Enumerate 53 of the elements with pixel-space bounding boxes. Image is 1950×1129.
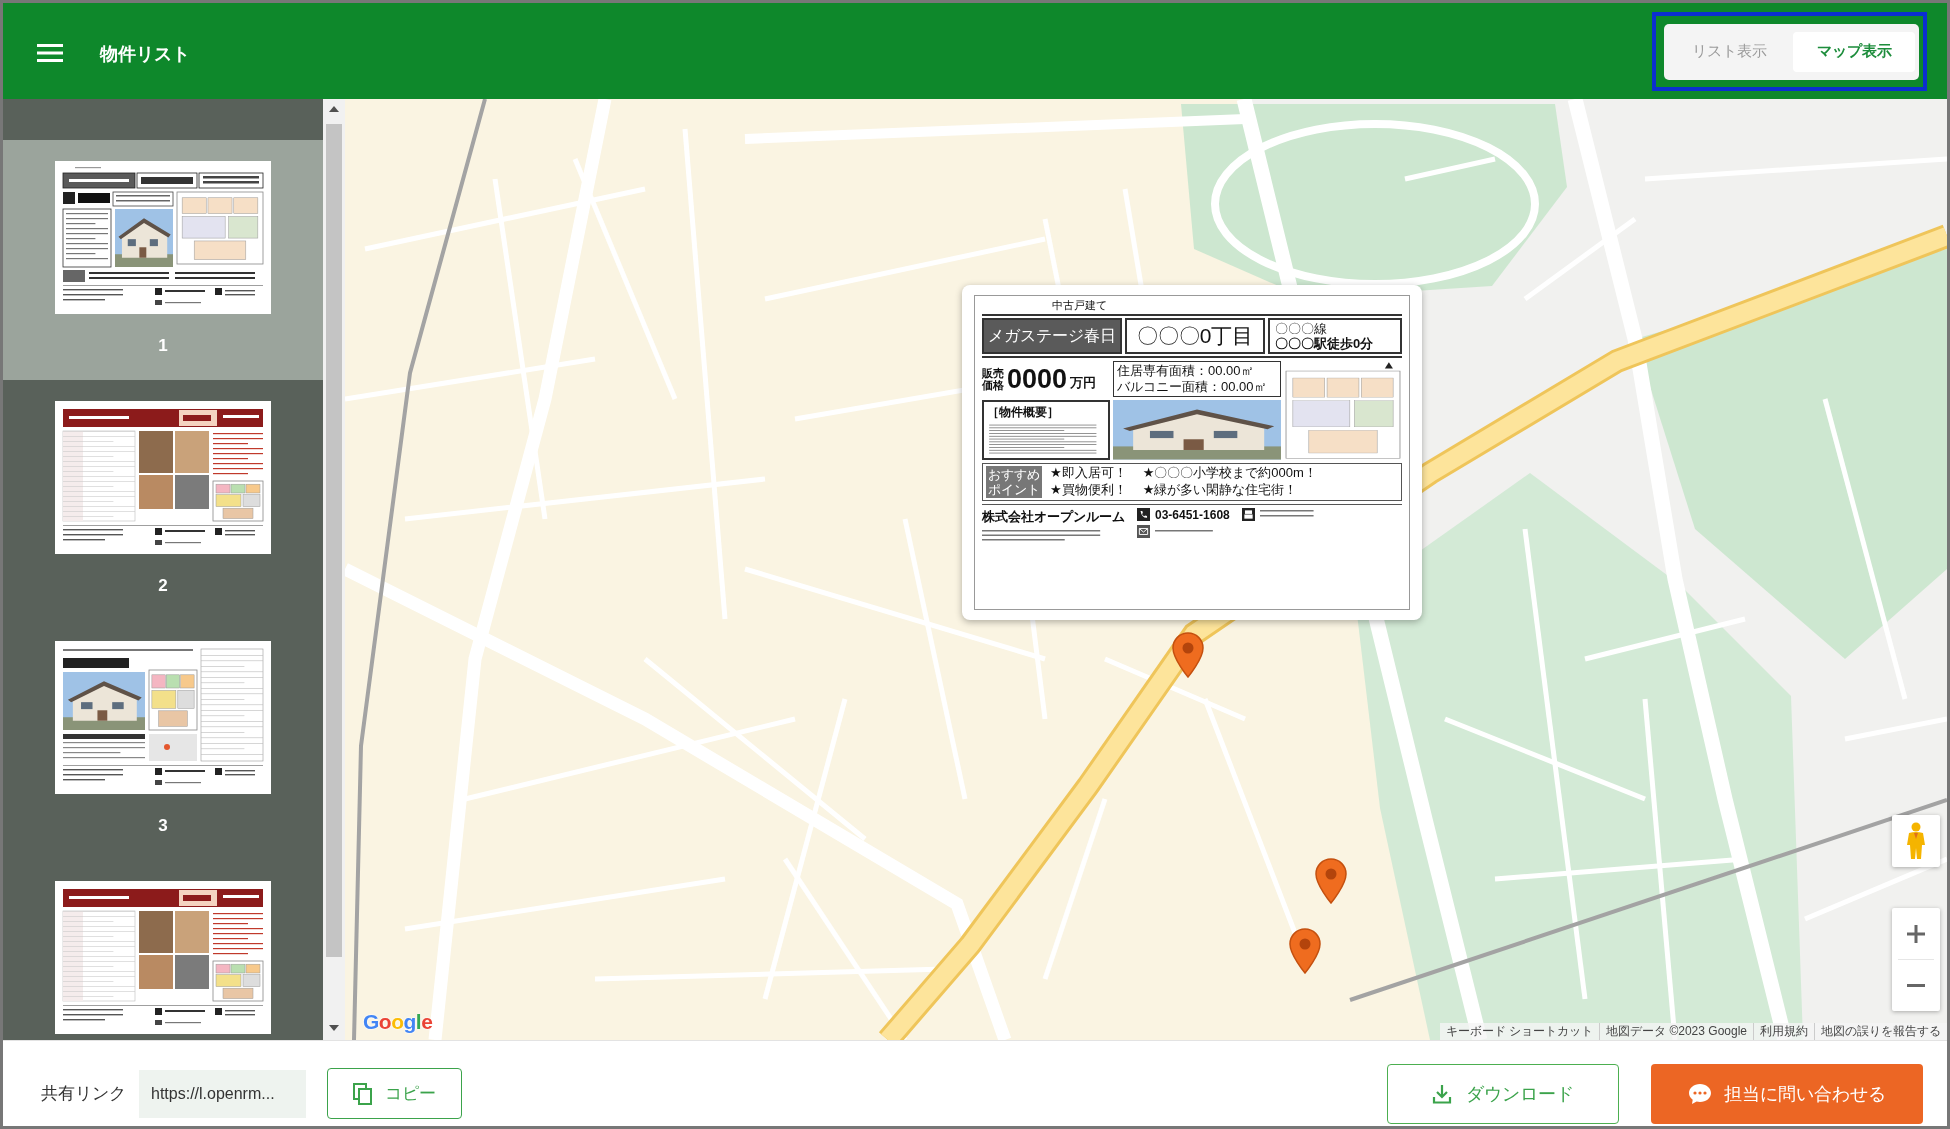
fax-icon [1241, 507, 1255, 521]
copy-button[interactable]: コピー [327, 1068, 462, 1119]
menu-icon [37, 42, 63, 64]
attribution-link[interactable]: キーボード ショートカット [1439, 1023, 1600, 1040]
map-pin-icon[interactable] [1289, 928, 1321, 974]
attribution-link[interactable]: 地図の誤りを報告する [1814, 1023, 1947, 1040]
phone-text: 03-6451-1608 [1155, 507, 1230, 522]
property-name: メガステージ春日 [982, 318, 1122, 354]
chat-bubble-icon [1688, 1082, 1712, 1105]
flyer-number: 2 [158, 575, 168, 597]
menu-button[interactable] [37, 42, 63, 64]
map-data-credit: 地図データ ©2023 Google [1599, 1023, 1753, 1040]
flyer-item[interactable]: 3 [3, 620, 323, 860]
points-label: おすすめポイント [986, 465, 1042, 498]
area-text: 住居専有面積：00.00㎡ [1117, 363, 1255, 379]
plus-icon [1907, 924, 1925, 943]
view-tab[interactable]: マップ表示 [1793, 31, 1915, 72]
point-text: ★買物便利！ [1050, 482, 1127, 498]
scrollbar-thumb[interactable] [326, 124, 342, 957]
flyer-number: 3 [158, 815, 168, 837]
map-pin-icon[interactable] [1172, 632, 1204, 678]
address-text: 〇〇〇0丁目 [1125, 318, 1265, 354]
mail-icon [1137, 524, 1150, 538]
price-text: 0000 [1007, 364, 1068, 394]
price-label: 販売価格 [982, 367, 1004, 391]
point-text: ★〇〇〇小学校まで約000m！ [1142, 465, 1317, 481]
sidebar-scrollbar[interactable] [323, 99, 345, 1040]
area-text: バルコニー面積：00.00㎡ [1117, 379, 1268, 395]
scroll-up-icon[interactable] [329, 106, 339, 112]
point-text: ★緑が多い閑静な住宅街！ [1142, 482, 1299, 498]
category-text: 中古戸建て [1052, 299, 1107, 311]
map-logo: Google [363, 1010, 433, 1034]
share-link-label: 共有リンク [41, 1083, 126, 1105]
map-pin-icon[interactable] [1315, 858, 1347, 904]
page-title: 物件リスト [100, 43, 190, 66]
station-text: 〇〇〇駅徒歩0分 [1275, 335, 1374, 351]
share-link-field[interactable]: https://l.openrm... [139, 1069, 306, 1118]
price-unit: 万円 [1070, 374, 1097, 392]
download-icon [1432, 1083, 1452, 1104]
minus-icon [1907, 984, 1925, 987]
attribution-link[interactable]: 利用規約 [1753, 1023, 1814, 1040]
flyer-item[interactable]: 2 [3, 380, 323, 620]
copy-icon [353, 1082, 373, 1105]
download-button[interactable]: ダウンロード [1387, 1063, 1619, 1124]
phone-icon [1137, 508, 1150, 521]
point-text: ★即入居可！ [1050, 465, 1127, 481]
overview-heading: ［物件概要］ [987, 404, 1060, 421]
contact-button[interactable]: 担当に問い合わせる [1651, 1063, 1923, 1124]
line-text: 〇〇〇線 [1275, 321, 1327, 336]
company-name: 株式会社オープンルーム [982, 507, 1125, 526]
flyer-number: 1 [158, 335, 168, 357]
person-icon [1905, 822, 1927, 860]
scroll-down-icon[interactable] [329, 1025, 339, 1031]
